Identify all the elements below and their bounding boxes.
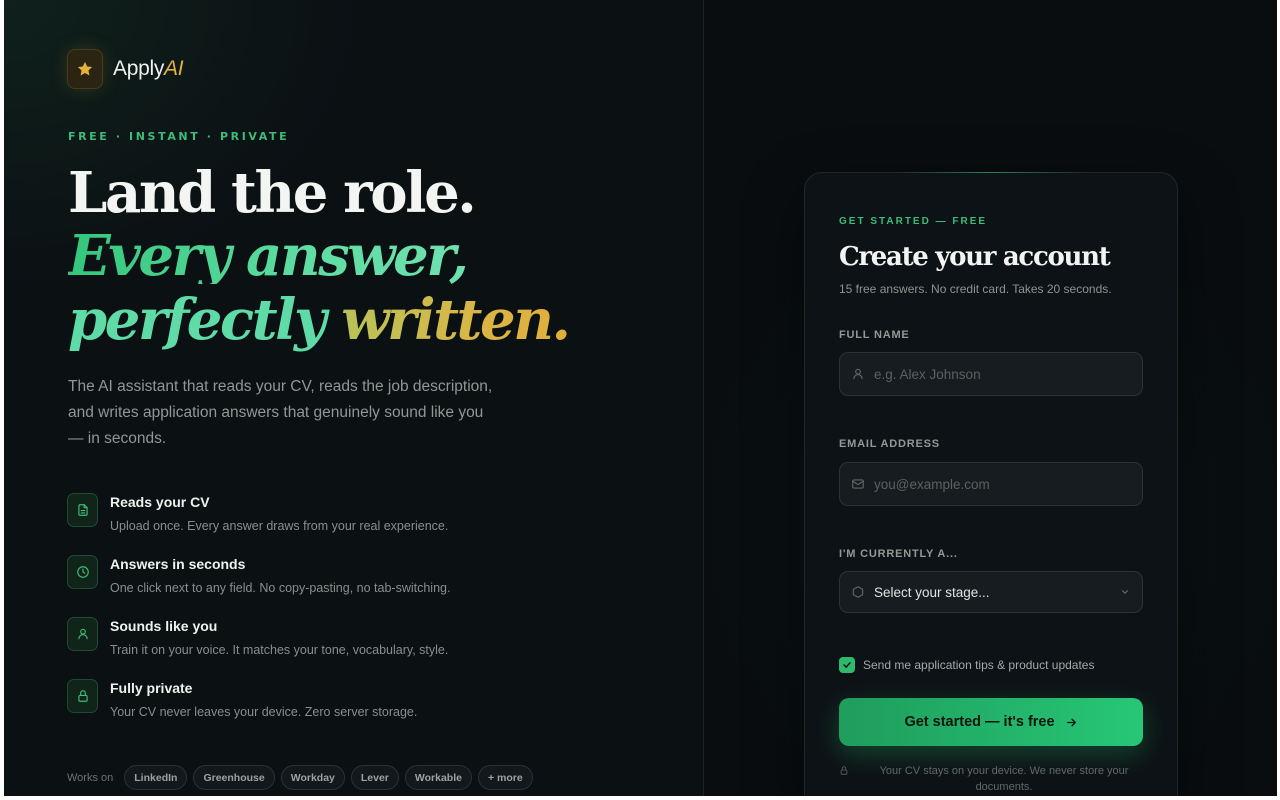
feature-title: Sounds like you bbox=[110, 618, 218, 634]
updates-checkbox[interactable] bbox=[839, 657, 855, 673]
email-field[interactable] bbox=[839, 462, 1143, 506]
hexagon-icon bbox=[852, 586, 864, 598]
works-on-label: Works on bbox=[67, 771, 114, 784]
lock-icon bbox=[840, 766, 848, 775]
signup-card: GET STARTED — FREE Create your account 1… bbox=[804, 172, 1178, 796]
stage-select[interactable]: Select your stage... bbox=[839, 571, 1143, 613]
updates-checkbox-label[interactable]: Send me application tips & product updat… bbox=[863, 658, 1094, 672]
feature-title: Fully private bbox=[110, 680, 193, 696]
platform-chip-linkedin[interactable]: LinkedIn bbox=[124, 765, 188, 790]
feature-description: Your CV never leaves your device. Zero s… bbox=[110, 705, 418, 719]
user-icon bbox=[77, 628, 88, 640]
signup-panel: GET STARTED — FREE Create your account 1… bbox=[704, 0, 1277, 796]
get-started-label: Get started — it's free bbox=[904, 714, 1055, 730]
brand-name-accent: AI bbox=[164, 57, 184, 80]
hero-panel: ApplyAI FREE · INSTANT · PRIVATE Land th… bbox=[4, 0, 703, 796]
check-icon bbox=[843, 662, 851, 668]
feature-title: Answers in seconds bbox=[110, 556, 246, 572]
signup-eyebrow: GET STARTED — FREE bbox=[839, 216, 988, 227]
headline-word-perfectly: perfectly bbox=[68, 287, 327, 353]
platform-chip-workable[interactable]: Workable bbox=[404, 765, 472, 790]
signup-title: Create your account bbox=[839, 242, 1111, 272]
feature-icon-box bbox=[67, 555, 98, 589]
headline-line-3: perfectly written. bbox=[68, 292, 571, 348]
email-input[interactable] bbox=[874, 476, 1142, 492]
hero-description: The AI assistant that reads your CV, rea… bbox=[68, 378, 493, 447]
updates-checkbox-row[interactable]: Send me application tips & product updat… bbox=[839, 657, 1094, 673]
feature-item: Reads your CV Upload once. Every answer … bbox=[67, 490, 527, 552]
feature-icon-box bbox=[67, 679, 98, 713]
mail-icon bbox=[852, 479, 864, 489]
feature-title: Reads your CV bbox=[110, 494, 210, 510]
hero-eyebrow: FREE · INSTANT · PRIVATE bbox=[68, 130, 290, 143]
platform-chip-greenhouse[interactable]: Greenhouse bbox=[193, 765, 275, 790]
privacy-note: Your CV stays on your device. We never s… bbox=[839, 763, 1143, 795]
works-on-row: Works on LinkedIn Greenhouse Workday Lev… bbox=[67, 765, 539, 790]
headline-word-written: written. bbox=[341, 287, 571, 353]
arrow-right-icon bbox=[1066, 718, 1076, 726]
brand-name[interactable]: ApplyAI bbox=[113, 57, 184, 81]
feature-item: Fully private Your CV never leaves your … bbox=[67, 676, 527, 738]
platform-chip-workday[interactable]: Workday bbox=[280, 765, 345, 790]
feature-icon-box bbox=[67, 493, 98, 527]
stage-label: I'M CURRENTLY A... bbox=[839, 548, 958, 560]
headline-line-1: Land the role. bbox=[68, 160, 477, 226]
feature-icon-box bbox=[67, 617, 98, 651]
platform-chip-lever[interactable]: Lever bbox=[350, 765, 399, 790]
stage-select-value: Select your stage... bbox=[874, 584, 990, 600]
lock-icon bbox=[77, 690, 88, 702]
full-name-input[interactable] bbox=[874, 366, 1142, 382]
full-name-field[interactable] bbox=[839, 352, 1143, 396]
headline-line-2: Every answer, bbox=[68, 223, 469, 289]
app-window: ApplyAI FREE · INSTANT · PRIVATE Land th… bbox=[4, 0, 1277, 796]
email-label: EMAIL ADDRESS bbox=[839, 438, 940, 450]
get-started-button[interactable]: Get started — it's free bbox=[839, 698, 1143, 746]
feature-list: Reads your CV Upload once. Every answer … bbox=[67, 490, 527, 738]
feature-description: Train it on your voice. It matches your … bbox=[110, 643, 449, 657]
brand-name-text: Apply bbox=[113, 57, 165, 80]
feature-item: Answers in seconds One click next to any… bbox=[67, 552, 527, 614]
feature-description: One click next to any field. No copy-pas… bbox=[110, 581, 451, 595]
feature-item: Sounds like you Train it on your voice. … bbox=[67, 614, 527, 676]
logo[interactable] bbox=[67, 49, 103, 89]
user-icon bbox=[853, 368, 863, 380]
feature-description: Upload once. Every answer draws from you… bbox=[110, 519, 449, 533]
privacy-note-text: Your CV stays on your device. We never s… bbox=[879, 765, 1129, 793]
clock-icon bbox=[76, 566, 89, 578]
document-icon bbox=[77, 504, 88, 516]
chevron-down-icon bbox=[1121, 590, 1129, 594]
star-icon bbox=[77, 61, 93, 76]
full-name-label: FULL NAME bbox=[839, 329, 910, 341]
platform-chip-more[interactable]: + more bbox=[477, 765, 533, 790]
signup-subtitle: 15 free answers. No credit card. Takes 2… bbox=[839, 282, 1112, 296]
